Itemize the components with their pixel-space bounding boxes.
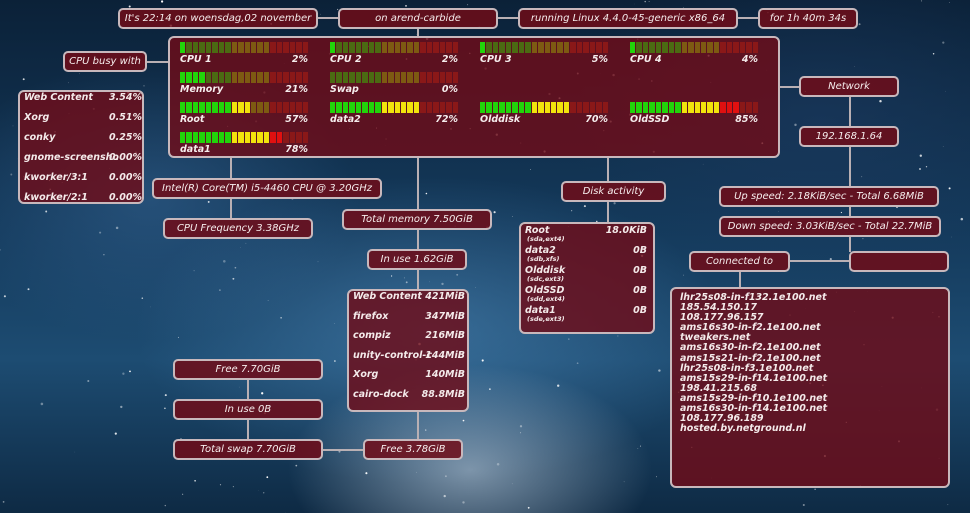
ip-address-label: 192.168.1.64 (799, 126, 899, 147)
cpu-process-name: kworker/3:1 (24, 172, 88, 183)
network-title: Network (799, 76, 899, 97)
memory-process-value: 144MiB (425, 349, 465, 361)
meter-bar-cpu-4 (630, 42, 759, 53)
meter-bar-cpu-3 (480, 42, 609, 53)
meter-bar-cpu-2 (330, 42, 459, 53)
meter-bar-olddisk (480, 102, 609, 113)
meter-label: Memory (180, 84, 224, 95)
cpu-busy-title: CPU busy with (63, 51, 147, 72)
disk-value: 0B (633, 265, 647, 276)
meter-bar-data2 (330, 102, 459, 113)
memory-process-name: Xorg (353, 369, 379, 380)
meter-label: data1 (180, 144, 211, 155)
meter-label: Olddisk (480, 114, 521, 125)
meter-bar-swap (330, 72, 459, 83)
disk-value: 18.0KiB (605, 225, 647, 236)
disk-activity-list: Root (sda,ext4) 18.0KiB data2 (sdb,xfs) 0B Old… (519, 222, 655, 334)
cpu-process-list: Web Content 3.54% Xorg 0.51% conky 0.25% gnome… (18, 90, 144, 204)
meter-value: 2% (441, 54, 458, 65)
cpu-process-value: 0.00% (109, 192, 142, 203)
meter-bar-memory (180, 72, 309, 83)
cpu-frequency-label: CPU Frequency 3.38GHz (163, 218, 313, 239)
memory-process-value: 140MiB (425, 369, 465, 380)
swap-in-use-label: In use 0B (173, 399, 323, 420)
disk-value: 0B (633, 305, 647, 316)
disk-value: 0B (633, 245, 647, 256)
download-speed-label: Down speed: 3.03KiB/sec - Total 22.7MiB (719, 216, 941, 237)
swap-free-label: Free 7.70GiB (173, 359, 323, 380)
meter-label: CPU 1 (180, 54, 212, 65)
memory-process-name: cairo-dock (353, 388, 409, 400)
upload-speed-label: Up speed: 2.18KiB/sec - Total 6.68MiB (719, 186, 939, 207)
memory-process-list: Web Content 421MiB firefox 347MiB compiz 216M… (347, 289, 469, 412)
resource-meters-panel: CPU 1 2% CPU 2 2% CPU 3 5% CPU 4 4% Memory 21% Swa… (168, 36, 780, 158)
disk-device: (sde,ext3) (527, 315, 565, 323)
time-label: It's 22:14 on woensdag,02 november (118, 8, 318, 29)
disk-value: 0B (633, 285, 647, 296)
disk-device: (sdc,ext3) (527, 275, 565, 283)
meter-label: Swap (330, 84, 359, 95)
disk-device: (sdd,ext4) (527, 295, 565, 303)
uptime-label: for 1h 40m 34s (758, 8, 858, 29)
total-memory-label: Total memory 7.50GiB (342, 209, 492, 230)
kernel-label: running Linux 4.4.0-45-generic x86_64 (518, 8, 738, 29)
meter-label: CPU 4 (630, 54, 662, 65)
cpu-process-name: kworker/2:1 (24, 192, 88, 203)
disk-device: (sdb,xfs) (527, 255, 560, 263)
disk-activity-title: Disk activity (561, 181, 666, 202)
meter-value: 5% (591, 54, 608, 65)
connections-extra-label (849, 251, 949, 272)
hostname-label: on arend-carbide (338, 8, 498, 29)
meter-value: 0% (441, 84, 458, 95)
memory-process-value: 216MiB (425, 330, 465, 341)
cpu-process-name: conky (24, 132, 56, 143)
meter-bar-cpu-1 (180, 42, 309, 53)
meter-value: 4% (741, 54, 758, 65)
memory-process-value: 421MiB (425, 291, 465, 302)
meter-bar-root (180, 102, 309, 113)
connections-list: lhr25s08-in-f132.1e100.net 185.54.150.17 1… (680, 292, 827, 435)
meter-label: OldSSD (630, 114, 670, 125)
connected-to-label: Connected to (689, 251, 790, 272)
total-swap-label: Total swap 7.70GiB (173, 439, 323, 460)
cpu-process-value: 0.00% (109, 152, 142, 163)
memory-free-label: Free 3.78GiB (363, 439, 463, 460)
memory-in-use-label: In use 1.62GiB (367, 249, 467, 270)
cpu-process-value: 0.25% (109, 132, 142, 143)
memory-process-name: compiz (353, 330, 391, 341)
meter-bar-data1 (180, 132, 309, 143)
cpu-model-label: Intel(R) Core(TM) i5-4460 CPU @ 3.20GHz (152, 178, 382, 199)
meter-bar-oldssd (630, 102, 759, 113)
cpu-process-name: Web Content (24, 92, 93, 103)
meter-label: CPU 3 (480, 54, 512, 65)
meter-value: 70% (585, 114, 608, 125)
cpu-process-value: 0.00% (109, 172, 142, 183)
meter-value: 57% (285, 114, 308, 125)
meter-value: 85% (735, 114, 758, 125)
meter-label: data2 (330, 114, 361, 125)
memory-process-name: firefox (353, 310, 389, 322)
meter-value: 72% (435, 114, 458, 125)
cpu-process-name: Xorg (24, 112, 50, 123)
disk-device: (sda,ext4) (527, 235, 565, 243)
meter-value: 78% (285, 144, 308, 155)
meter-value: 21% (285, 84, 308, 95)
meter-label: CPU 2 (330, 54, 362, 65)
meter-label: Root (180, 114, 205, 125)
memory-process-value: 88.8MiB (421, 388, 465, 400)
cpu-process-value: 0.51% (109, 112, 142, 123)
cpu-process-value: 3.54% (109, 92, 142, 103)
memory-process-name: Web Content (353, 291, 422, 302)
connection-host: hosted.by.netground.nl (680, 423, 806, 435)
meter-value: 2% (291, 54, 308, 65)
memory-process-value: 347MiB (425, 310, 465, 322)
